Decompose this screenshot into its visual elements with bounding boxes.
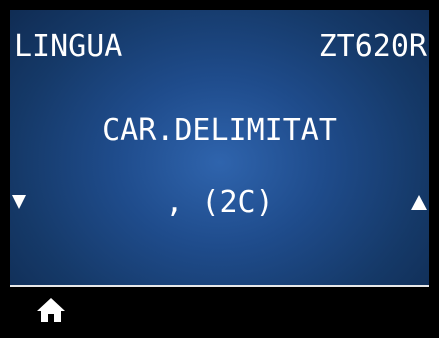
menu-title: LINGUA [14, 29, 123, 64]
home-button[interactable] [36, 297, 66, 323]
triangle-up-icon[interactable] [411, 195, 427, 210]
home-icon [37, 298, 65, 322]
printer-display: LINGUA ZT620R CAR.DELIMITAT , (2C) [10, 10, 429, 328]
footer-bar [10, 285, 429, 328]
setting-value: , (2C) [165, 185, 274, 220]
printer-model: ZT620R [318, 29, 427, 64]
setting-value-row: , (2C) [10, 188, 429, 228]
setting-name: CAR.DELIMITAT [102, 113, 337, 148]
